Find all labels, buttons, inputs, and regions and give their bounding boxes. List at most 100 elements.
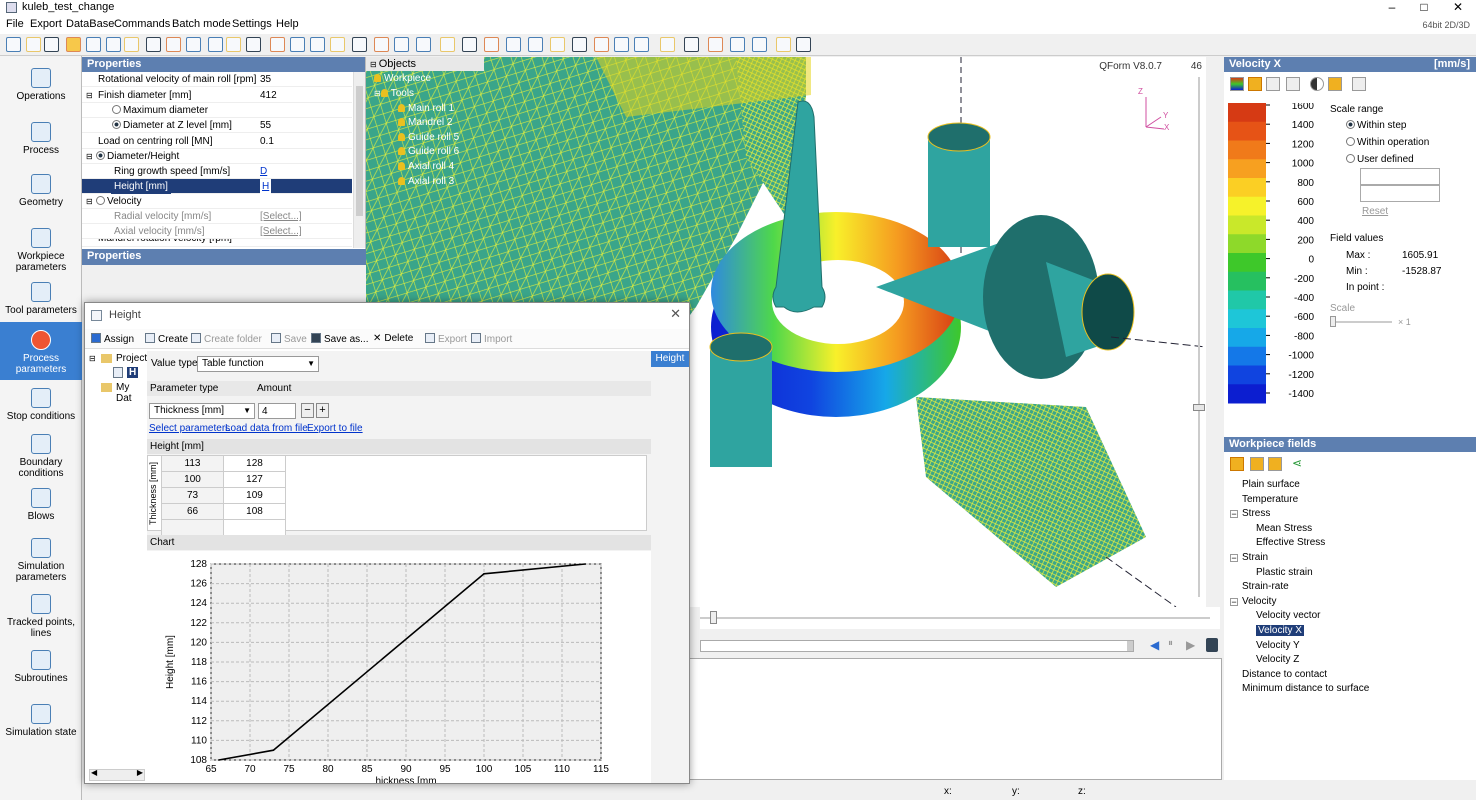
create-folder-button[interactable]: Create folder — [191, 333, 262, 345]
field-item[interactable]: Stress — [1242, 508, 1270, 519]
new-icon[interactable] — [6, 37, 21, 52]
pause-icon[interactable]: ⏸ — [1168, 638, 1173, 649]
field-item[interactable]: Plain surface — [1242, 479, 1300, 490]
panel-icon[interactable] — [1352, 77, 1366, 91]
table-row[interactable]: 66 108 — [161, 503, 286, 520]
object-guide-roll-6[interactable]: Guide roll 6 — [398, 146, 459, 157]
axis4-icon[interactable] — [506, 37, 521, 52]
thickness-height-table[interactable]: 113 128 100 127 73 109 66 108 — [161, 455, 286, 536]
mesh2-icon[interactable] — [394, 37, 409, 52]
cell-height[interactable]: 109 — [223, 487, 286, 504]
tree-project[interactable]: Project — [116, 353, 147, 364]
menu-settings[interactable]: Settings — [232, 18, 272, 30]
check-icon[interactable] — [1328, 77, 1342, 91]
layer2-icon[interactable] — [708, 37, 723, 52]
nav-item-operations[interactable]: Operations — [0, 60, 82, 112]
axis3-icon[interactable] — [484, 37, 499, 52]
radio-selected-icon[interactable] — [112, 120, 121, 129]
radio-icon[interactable] — [112, 105, 121, 114]
nav-item-boundary-conditions[interactable]: Boundary conditions — [0, 426, 82, 480]
save-icon[interactable] — [1206, 638, 1218, 652]
field-item[interactable]: Strain — [1242, 552, 1268, 563]
field-item[interactable]: Minimum distance to surface — [1242, 683, 1369, 694]
field-view-2-icon[interactable] — [1250, 457, 1264, 471]
collapse-icon[interactable]: ⊟ — [86, 149, 93, 164]
layer-icon[interactable] — [684, 37, 699, 52]
menu-help[interactable]: Help — [276, 18, 299, 30]
view2-icon[interactable] — [270, 37, 285, 52]
progress-track[interactable] — [700, 640, 1134, 652]
nav-item-workpiece-parameters[interactable]: Workpiece parameters — [0, 220, 82, 274]
cut-icon[interactable] — [660, 37, 675, 52]
field-view-icon[interactable] — [1230, 457, 1244, 471]
nav-item-tool-parameters[interactable]: Tool parameters — [0, 274, 82, 324]
film-icon[interactable] — [796, 37, 811, 52]
delete-button[interactable]: ✕ Delete — [373, 333, 413, 344]
close-button[interactable]: ✕ — [1444, 0, 1472, 16]
prop-value-select[interactable]: [Select...] — [260, 209, 302, 224]
measure-icon[interactable] — [614, 37, 629, 52]
contrast-icon[interactable] — [1310, 77, 1324, 91]
scale-min-input[interactable] — [1360, 185, 1440, 202]
dialog-close-icon[interactable]: ✕ — [670, 306, 681, 322]
object-guide-roll-5[interactable]: Guide roll 5 — [398, 132, 459, 143]
reset-link[interactable]: Reset — [1362, 206, 1388, 217]
zoom-out-icon[interactable] — [124, 37, 139, 52]
minimize-button[interactable]: – — [1378, 0, 1406, 16]
cell-height[interactable]: 127 — [223, 471, 286, 488]
field-item[interactable]: Velocity vector — [1256, 610, 1320, 621]
load-data-link[interactable]: Load data from file — [225, 423, 308, 434]
axis2-icon[interactable] — [462, 37, 477, 52]
mesh-icon[interactable] — [374, 37, 389, 52]
nav-item-process[interactable]: Process — [0, 114, 82, 166]
nav-item-simulation-state[interactable]: Simulation state — [0, 696, 82, 752]
rotate-cw-icon[interactable] — [186, 37, 201, 52]
menu-commands[interactable]: Commands — [114, 18, 170, 30]
export-button[interactable]: Export — [425, 333, 467, 345]
field-item[interactable]: Velocity X — [1256, 625, 1304, 636]
box2-icon[interactable] — [310, 37, 325, 52]
save-as-button[interactable]: Save as... — [311, 333, 368, 345]
object-workpiece[interactable]: Workpiece — [374, 73, 431, 84]
menu-database[interactable]: DataBase — [66, 18, 114, 30]
play-back-icon[interactable]: ◀ — [1150, 638, 1159, 652]
maximize-button[interactable]: □ — [1410, 0, 1438, 16]
nav-item-process-parameters[interactable]: Process parameters — [0, 322, 82, 380]
open-icon[interactable] — [26, 37, 41, 52]
save-button[interactable]: Save — [271, 333, 307, 345]
menu-batch-mode[interactable]: Batch mode — [172, 18, 231, 30]
assign-button[interactable]: Assign — [91, 333, 134, 345]
field-item[interactable]: Plastic strain — [1256, 567, 1313, 578]
collapse-icon[interactable]: ⊟ — [89, 354, 96, 363]
cube-icon[interactable] — [352, 37, 367, 52]
angle-icon[interactable] — [634, 37, 649, 52]
axis5-icon[interactable] — [528, 37, 543, 52]
save-icon[interactable] — [44, 37, 59, 52]
tool-icon[interactable] — [416, 37, 431, 52]
field-item[interactable]: Temperature — [1242, 494, 1298, 505]
vertical-slider-thumb[interactable] — [1193, 404, 1205, 411]
color-scale-icon[interactable] — [1230, 77, 1244, 91]
layer3-icon[interactable] — [730, 37, 745, 52]
table-row-empty[interactable] — [161, 519, 286, 536]
value-type-select[interactable]: Table function ▼ — [197, 356, 319, 372]
scale-slider[interactable] — [1334, 321, 1392, 323]
object-axial-roll-3[interactable]: Axial roll 3 — [398, 176, 454, 187]
box3-icon[interactable] — [330, 37, 345, 52]
field-view-3-icon[interactable] — [1268, 457, 1282, 471]
zoom-in-icon[interactable] — [106, 37, 121, 52]
table-row[interactable]: 73 109 — [161, 487, 286, 504]
cell-height[interactable]: 128 — [223, 455, 286, 472]
export-icon[interactable] — [776, 37, 791, 52]
option-within-operation[interactable]: Within operation — [1346, 137, 1429, 148]
nav-item-geometry[interactable]: Geometry — [0, 166, 82, 218]
prop-value-link[interactable]: H — [260, 179, 272, 194]
isolines-icon[interactable] — [1248, 77, 1262, 91]
menu-export[interactable]: Export — [30, 18, 62, 30]
collapse-icon[interactable]: ⊟ — [86, 88, 93, 103]
radio-icon[interactable] — [96, 196, 105, 205]
menu-file[interactable]: File — [6, 18, 24, 30]
properties-scrollbar[interactable] — [353, 72, 365, 248]
move-icon[interactable] — [166, 37, 181, 52]
axis7-icon[interactable] — [572, 37, 587, 52]
